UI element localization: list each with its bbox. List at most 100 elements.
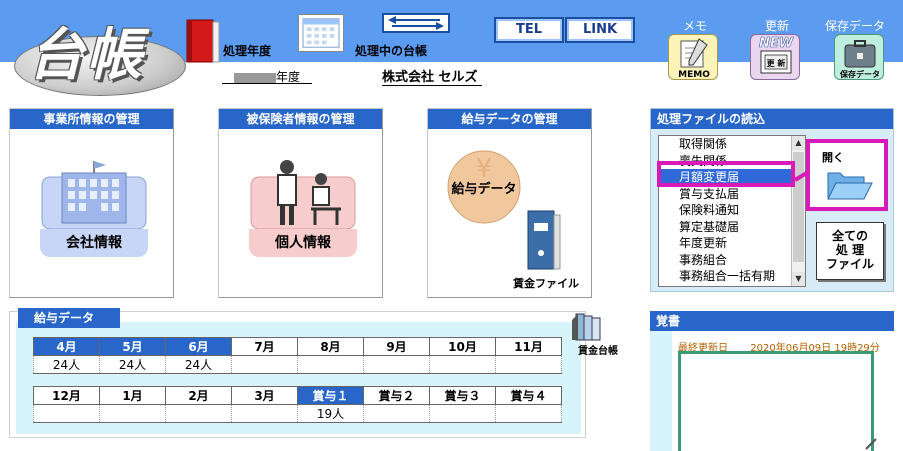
headcount-cell: [429, 355, 496, 374]
headcount-cell: [33, 404, 100, 423]
red-book-icon[interactable]: [183, 16, 225, 64]
personal-info-label: 個人情報: [249, 229, 357, 257]
file-list-item[interactable]: 算定基礎届: [659, 219, 805, 236]
month-header[interactable]: 12月: [33, 386, 100, 405]
month-header[interactable]: 11月: [495, 337, 562, 356]
headcount-cell: 24人: [99, 355, 166, 374]
scroll-up-arrow-icon[interactable]: ▲: [792, 136, 805, 150]
save-data-icon-label: 保存データ: [839, 69, 880, 79]
switch-arrows-button[interactable]: [382, 13, 450, 33]
salary-months-table-2: 12月 1月 2月 3月 賞与１ 賞与２ 賞与３ 賞与４ 19人: [33, 386, 562, 423]
month-header[interactable]: 3月: [231, 386, 298, 405]
notes-panel: 覚書 最終更新日 2020年06月09日 19時29分: [650, 311, 894, 451]
file-list-item[interactable]: 賞与支払届: [659, 186, 805, 203]
company-info-button[interactable]: 会社情報: [40, 159, 148, 259]
insured-info-panel: 被保険者情報の管理 個人情報: [218, 108, 383, 298]
bonus-header[interactable]: 賞与４: [495, 386, 562, 405]
save-data-icon: 保存データ: [839, 40, 880, 79]
file-list-item[interactable]: 事務組合一括有期: [659, 268, 805, 285]
save-data-top-label: 保存データ: [825, 19, 886, 33]
personal-info-button[interactable]: 個人情報: [249, 157, 357, 259]
file-list-item[interactable]: 保険料通知: [659, 202, 805, 219]
file-list-item[interactable]: 年度更新: [659, 235, 805, 252]
salary-months-table-1: 4月 5月 6月 7月 8月 9月 10月 11月 24人 24人 24人: [33, 337, 562, 374]
calendar-icon[interactable]: [298, 14, 344, 52]
wage-ledger-label: 賃金台帳: [578, 346, 618, 357]
bonus-header[interactable]: 賞与１: [297, 386, 364, 405]
update-new-badge: NEW: [759, 36, 794, 51]
headcount-cell: [495, 404, 562, 423]
processing-year-label: 処理年度: [223, 44, 272, 58]
month-header[interactable]: 4月: [33, 337, 100, 356]
headcount-cell: 19人: [297, 404, 364, 423]
company-info-label: 会社情報: [40, 229, 148, 257]
headcount-cell: 24人: [33, 355, 100, 374]
month-header[interactable]: 7月: [231, 337, 298, 356]
month-header[interactable]: 6月: [165, 337, 232, 356]
selected-file-highlight: [657, 161, 795, 187]
salary-data-panel: 給与データの管理 ¥ 給与データ 賃金ファイル: [427, 108, 592, 298]
fiscal-year-masked-value: [234, 72, 276, 83]
save-data-button[interactable]: 保存データ: [834, 34, 884, 80]
notes-side-bar: [650, 331, 672, 451]
binder-icon: [527, 210, 561, 270]
headcount-cell: [231, 404, 298, 423]
open-folder-icon: [827, 172, 873, 200]
headcount-cell: [231, 355, 298, 374]
office-info-panel: 事業所情報の管理 会社情報: [9, 108, 174, 298]
all-files-label-line2: 処 理: [835, 243, 865, 257]
headcount-cell: [297, 355, 364, 374]
pencil-icon: [865, 438, 877, 450]
office-info-panel-title: 事業所情報の管理: [10, 109, 173, 129]
update-top-label: 更新: [765, 19, 790, 33]
update-new-icon: NEW 更 新: [759, 36, 794, 74]
salary-data-panel-title: 給与データの管理: [428, 109, 591, 129]
memo-pencil-icon: MEMO: [678, 38, 710, 80]
process-file-listbox[interactable]: 取得関係 喪失関係 月額変更届 賞与支払届 保険料通知 算定基礎届 年度更新 事…: [658, 135, 806, 287]
company-building-icon: [41, 161, 147, 230]
salary-data-label: 給与データ: [451, 182, 517, 197]
headcount-cell: [165, 404, 232, 423]
insured-info-panel-title: 被保険者情報の管理: [219, 109, 382, 129]
headcount-cell: [429, 404, 496, 423]
headcount-cell: [99, 404, 166, 423]
headcount-cell: [495, 355, 562, 374]
wage-ledger-books-icon[interactable]: [570, 310, 612, 342]
wage-file-button[interactable]: 賃金ファイル: [513, 209, 586, 295]
month-header[interactable]: 10月: [429, 337, 496, 356]
wage-file-label: 賃金ファイル: [513, 277, 579, 290]
month-header[interactable]: 2月: [165, 386, 232, 405]
current-ledger-label: 処理中の台帳: [355, 44, 428, 58]
left-right-arrows-icon: [388, 16, 444, 30]
month-header[interactable]: 8月: [297, 337, 364, 356]
company-name: 株式会社 セルズ: [382, 66, 482, 86]
update-icon-label: 更 新: [767, 58, 786, 68]
link-button[interactable]: LINK: [565, 17, 635, 43]
fiscal-year-field: 年度: [222, 68, 312, 84]
file-list-item[interactable]: 事務組合: [659, 252, 805, 269]
memo-button[interactable]: MEMO: [668, 34, 718, 80]
tel-button[interactable]: TEL: [494, 17, 564, 43]
all-files-label-line3: ファイル: [825, 257, 874, 271]
scroll-down-arrow-icon[interactable]: ▼: [792, 272, 805, 286]
month-header[interactable]: 5月: [99, 337, 166, 356]
month-header[interactable]: 9月: [363, 337, 430, 356]
month-header[interactable]: 1月: [99, 386, 166, 405]
fiscal-year-suffix: 年度: [276, 70, 301, 84]
notes-title: 覚書: [650, 311, 894, 331]
bonus-header[interactable]: 賞与２: [363, 386, 430, 405]
notes-textarea[interactable]: [678, 351, 874, 451]
memo-icon-label: MEMO: [678, 70, 710, 80]
all-process-files-button[interactable]: 全ての 処 理 ファイル: [816, 222, 884, 280]
headcount-cell: [363, 404, 430, 423]
salary-data-tab: 給与データ: [18, 308, 120, 328]
update-button[interactable]: NEW 更 新: [750, 34, 800, 80]
all-files-label-line1: 全ての: [831, 229, 868, 243]
process-file-panel-title: 処理ファイルの読込: [651, 109, 893, 129]
bonus-header[interactable]: 賞与３: [429, 386, 496, 405]
memo-top-label: メモ: [683, 19, 708, 33]
file-list-item[interactable]: 取得関係: [659, 136, 805, 153]
open-file-button[interactable]: 開く: [806, 139, 888, 211]
headcount-cell: [363, 355, 430, 374]
salary-data-button[interactable]: ¥ 給与データ: [444, 147, 524, 227]
